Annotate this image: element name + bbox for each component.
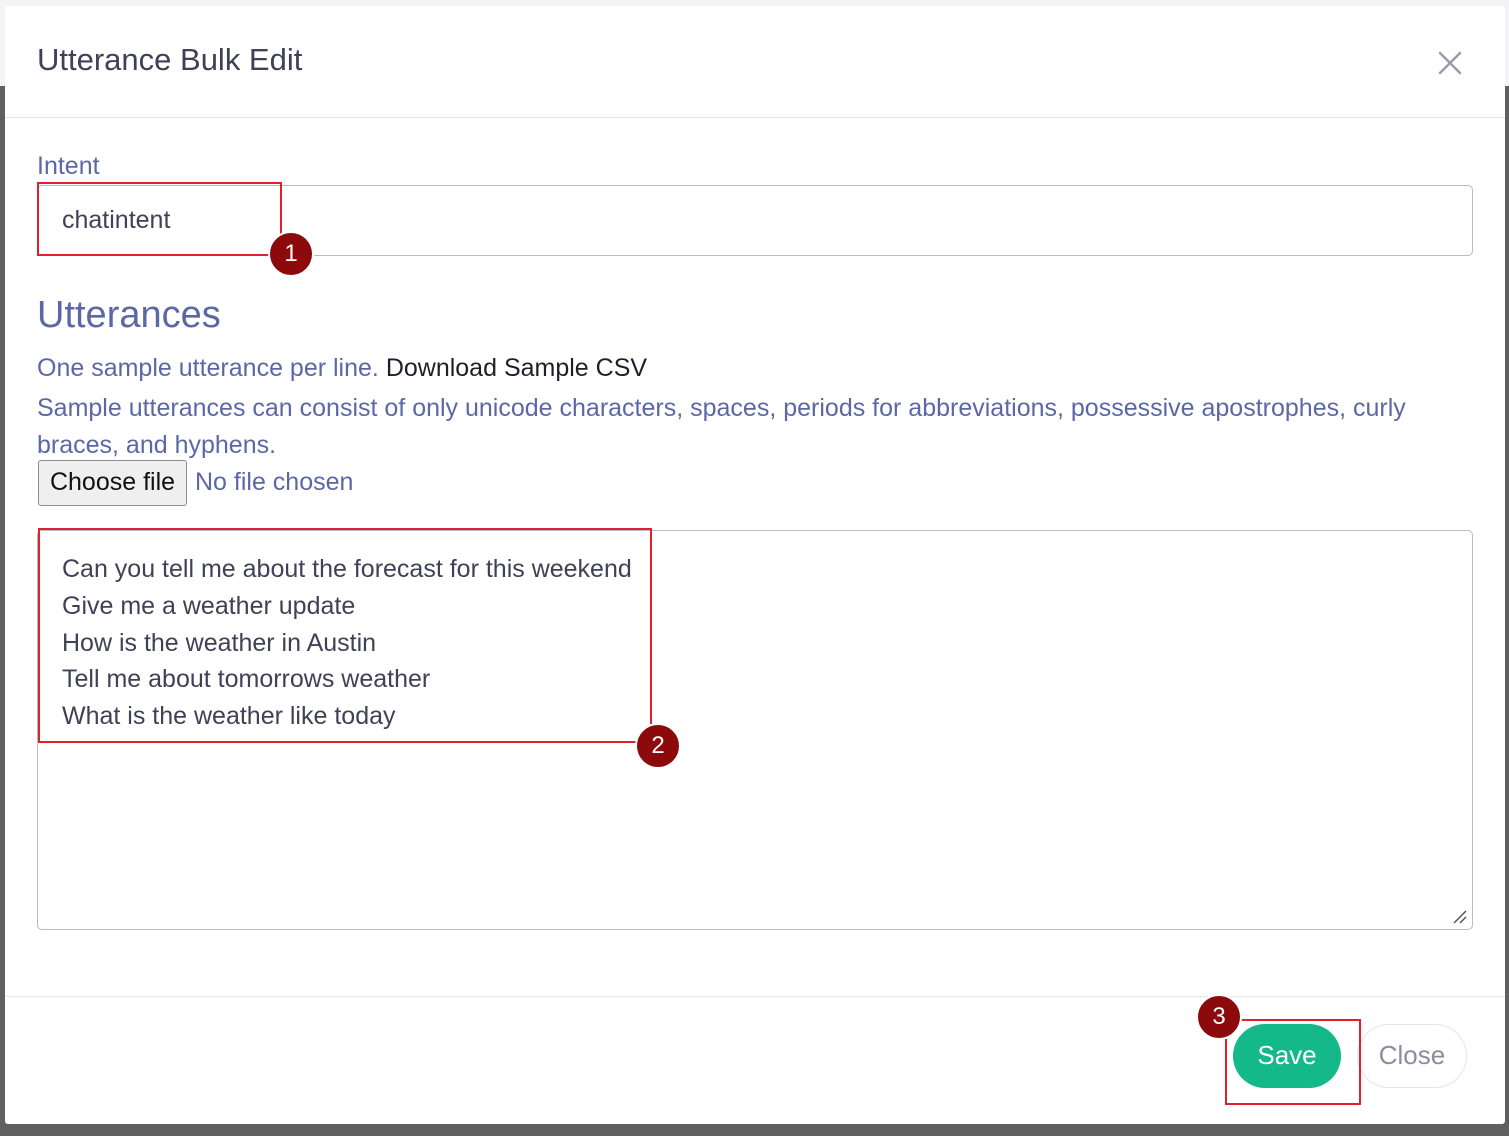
close-icon[interactable] (1433, 46, 1467, 80)
dialog-title: Utterance Bulk Edit (37, 42, 303, 77)
download-sample-csv-link[interactable]: Download Sample CSV (386, 354, 647, 382)
callout-box-intent (37, 182, 282, 256)
dialog-header: Utterance Bulk Edit (5, 6, 1505, 118)
utterance-hint: One sample utterance per line. Download … (37, 354, 647, 383)
callout-box-utterances (38, 528, 652, 743)
utterance-rules-text: Sample utterances can consist of only un… (37, 394, 1406, 459)
callout-badge-1: 1 (268, 231, 314, 277)
resize-grip-icon[interactable] (1450, 907, 1468, 925)
callout-box-save (1225, 1019, 1361, 1105)
close-button[interactable]: Close (1357, 1024, 1467, 1088)
file-status-text: No file chosen (195, 468, 354, 496)
utterances-heading: Utterances (37, 294, 221, 336)
choose-file-button[interactable]: Choose file (38, 460, 187, 506)
intent-label: Intent (37, 152, 100, 180)
callout-badge-3: 3 (1196, 994, 1242, 1040)
hint-text: One sample utterance per line. (37, 354, 379, 382)
callout-badge-2: 2 (635, 723, 681, 769)
